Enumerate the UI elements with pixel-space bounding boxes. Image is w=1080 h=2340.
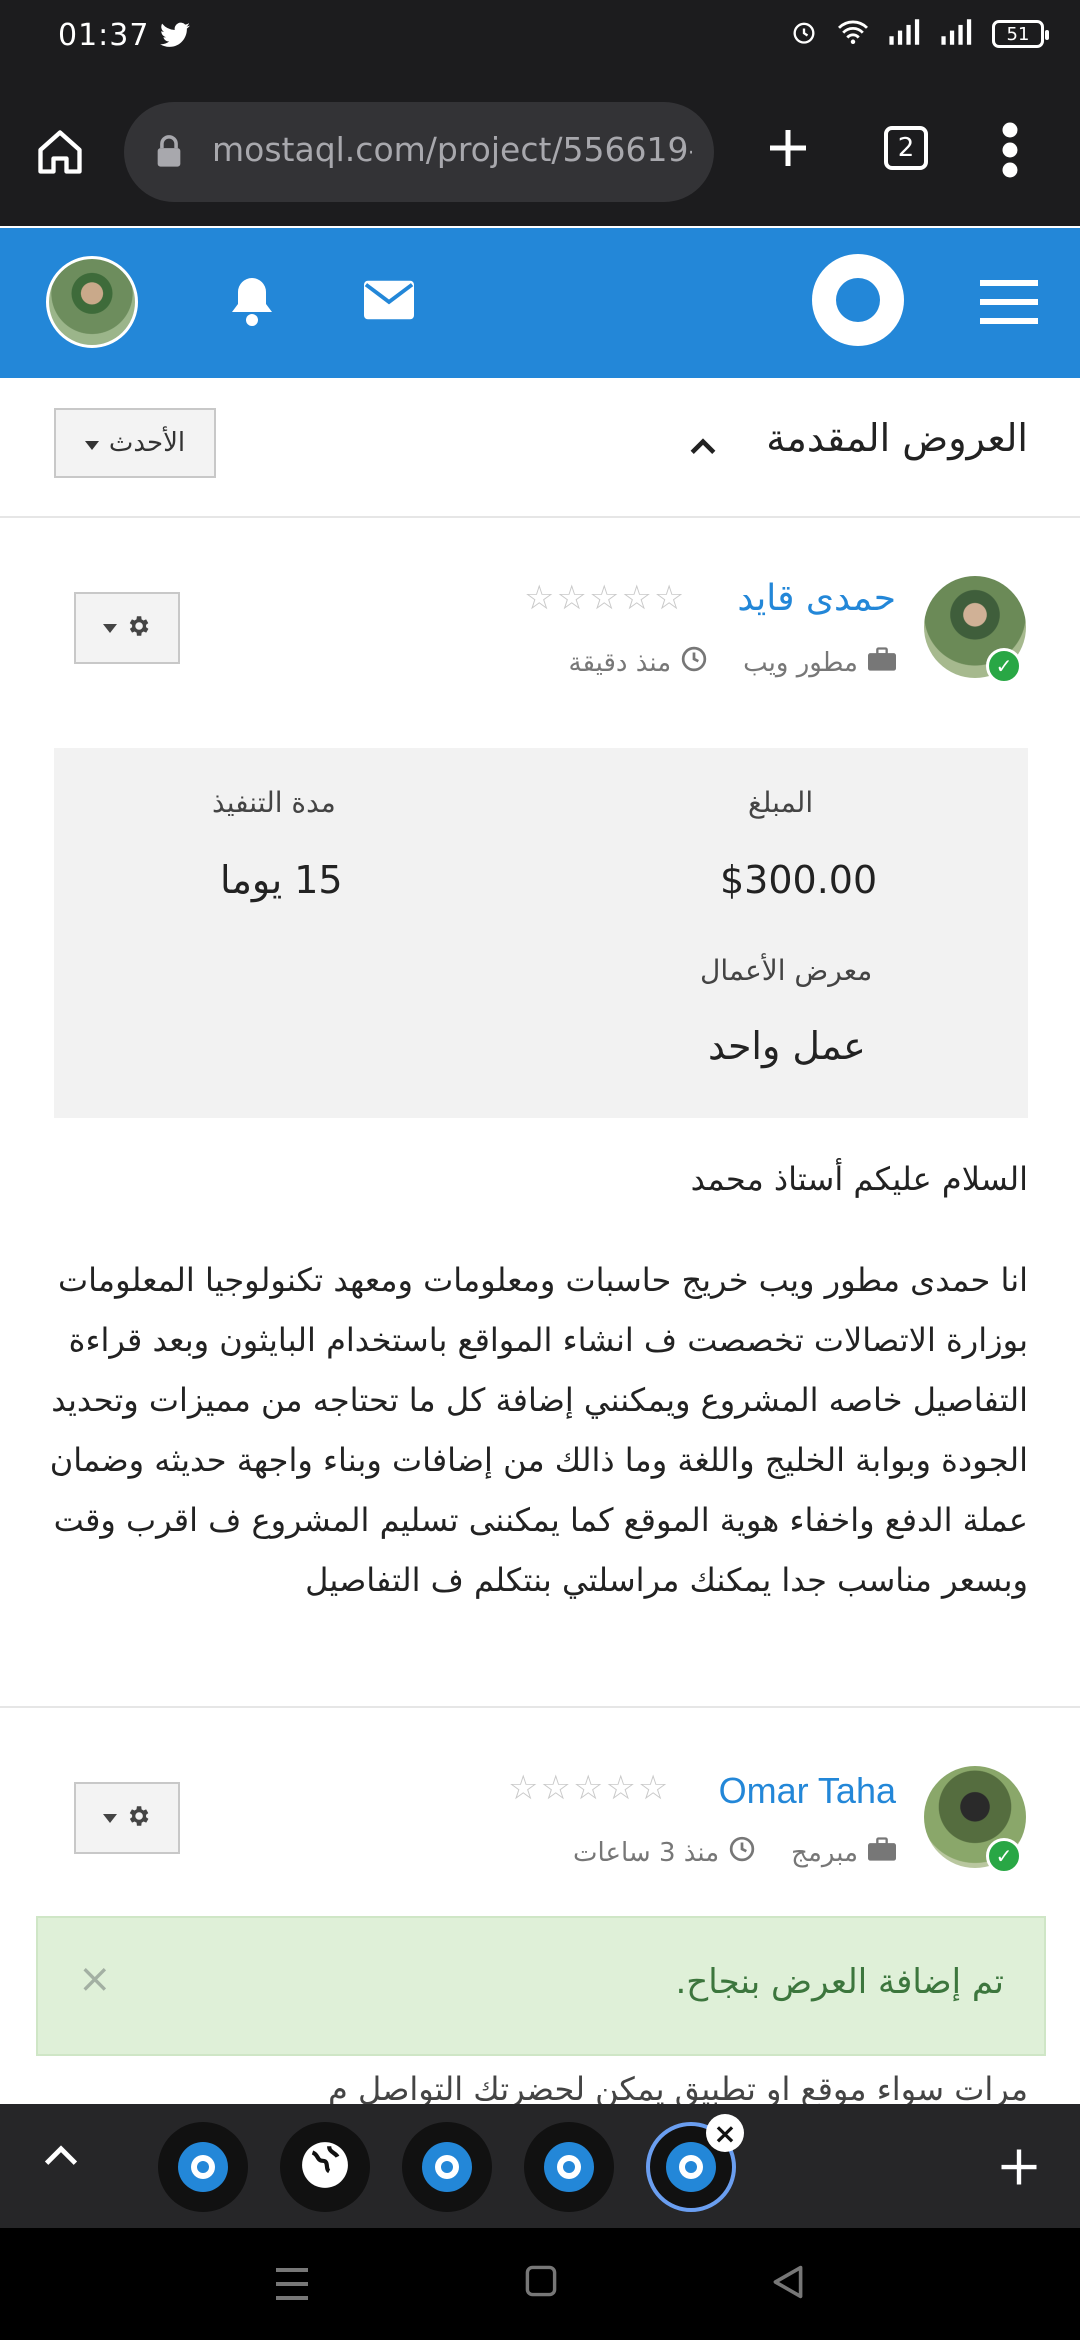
system-nav-bar	[0, 2228, 1080, 2340]
site-favicon-icon	[178, 2142, 228, 2192]
bidder-role: مطور ويب	[743, 647, 858, 678]
tab-item[interactable]	[402, 2122, 492, 2212]
hamburger-menu-icon[interactable]	[980, 280, 1038, 328]
bidder-name[interactable]: حمدى قايد	[737, 578, 896, 619]
bid-greeting: السلام عليكم أستاذ محمد	[690, 1160, 1028, 1198]
home-icon[interactable]	[34, 126, 86, 182]
user-avatar[interactable]	[46, 256, 138, 348]
browser-tab-bar: ×	[0, 2104, 1080, 2228]
site-favicon-icon	[544, 2142, 594, 2192]
bid-details-box: المبلغ $300.00 مدة التنفيذ 15 يوما معرض …	[54, 748, 1028, 1118]
tab-item[interactable]	[280, 2122, 370, 2212]
new-tab-icon[interactable]	[764, 124, 812, 176]
gear-icon	[125, 1803, 151, 1833]
home-nav-icon[interactable]	[524, 2264, 558, 2302]
verified-icon: ✓	[986, 1838, 1022, 1874]
caret-down-icon	[103, 1809, 117, 1828]
lock-icon	[154, 134, 184, 172]
close-icon[interactable]: ×	[78, 1956, 112, 2002]
back-icon[interactable]	[770, 2264, 806, 2304]
close-tab-icon[interactable]: ×	[706, 2114, 744, 2152]
tab-item[interactable]	[524, 2122, 614, 2212]
sort-dropdown[interactable]: الأحدث	[54, 408, 216, 478]
bid-description: انا حمدى مطور ويب خريج حاسبات ومعلومات و…	[49, 1261, 1028, 1599]
chevron-up-icon[interactable]	[44, 2144, 78, 2172]
site-favicon-icon	[666, 2142, 716, 2192]
rating-stars: ☆☆☆☆☆	[508, 1768, 671, 1808]
bidder-meta-2: مبرمج منذ 3 ساعات	[573, 1836, 896, 1869]
add-tab-icon[interactable]	[998, 2146, 1040, 2192]
wifi-icon	[836, 18, 870, 50]
signal-icon-2	[940, 19, 974, 49]
caret-down-icon	[84, 428, 99, 458]
offers-title: العروض المقدمة	[766, 416, 1028, 460]
status-time: 01:37	[58, 18, 150, 53]
portfolio-label: معرض الأعمال	[700, 954, 873, 987]
sort-label: الأحدث	[108, 428, 186, 458]
alarm-icon	[790, 18, 818, 50]
portfolio-value[interactable]: عمل واحد	[708, 1024, 866, 1068]
amount-label: المبلغ	[748, 786, 814, 819]
site-logo[interactable]	[812, 254, 904, 346]
success-alert: تم إضافة العرض بنجاح. ×	[36, 1916, 1046, 2056]
bell-icon[interactable]	[228, 274, 276, 330]
bid-time: منذ دقيقة	[568, 647, 672, 678]
briefcase-icon	[868, 1837, 896, 1868]
twitter-icon	[160, 22, 190, 52]
duration-value: 15 يوما	[220, 858, 343, 902]
duration-label: مدة التنفيذ	[212, 786, 336, 819]
offers-section-header: العروض المقدمة الأحدث	[0, 378, 1080, 518]
more-menu-icon[interactable]	[1000, 120, 1020, 184]
recents-icon[interactable]	[272, 2266, 312, 2306]
status-icons: 51	[790, 18, 1049, 50]
tab-switcher-button[interactable]: 2	[884, 126, 928, 170]
globe-icon	[300, 2140, 350, 2194]
site-header	[0, 228, 1080, 378]
verified-icon: ✓	[986, 648, 1022, 684]
amount-value: $300.00	[720, 858, 878, 902]
mail-icon[interactable]	[364, 280, 414, 324]
briefcase-icon	[868, 647, 896, 678]
bidder-role-2: مبرمج	[791, 1837, 858, 1868]
caret-down-icon	[103, 619, 117, 638]
bid-description-2: مرات سواء موقع او تطبيق يمكن لحضرتك التو…	[327, 2070, 1028, 2106]
bidder-name-2[interactable]: Omar Taha	[719, 1770, 896, 1812]
clock-icon	[729, 1836, 755, 1869]
clock-icon	[681, 646, 707, 679]
gear-icon	[125, 613, 151, 643]
bid-options-button[interactable]	[74, 592, 180, 664]
rating-stars: ☆☆☆☆☆	[524, 578, 687, 618]
tab-item[interactable]	[158, 2122, 248, 2212]
battery-icon: 51	[992, 20, 1049, 48]
browser-toolbar: mostaql.com/project/556619-ات 2	[0, 80, 1080, 226]
status-bar: 01:37 51	[0, 0, 1080, 80]
alert-message: تم إضافة العرض بنجاح.	[675, 1962, 1004, 2002]
site-favicon-icon	[422, 2142, 472, 2192]
url-bar[interactable]: mostaql.com/project/556619-ات	[124, 102, 714, 202]
bid-options-button-2[interactable]	[74, 1782, 180, 1854]
chevron-up-icon[interactable]	[690, 438, 716, 460]
divider	[0, 1706, 1080, 1708]
bidder-meta: مطور ويب منذ دقيقة	[569, 646, 896, 679]
bid-time-2: منذ 3 ساعات	[573, 1837, 720, 1868]
url-text: mostaql.com/project/556619-ات	[212, 130, 692, 169]
signal-icon	[888, 19, 922, 49]
